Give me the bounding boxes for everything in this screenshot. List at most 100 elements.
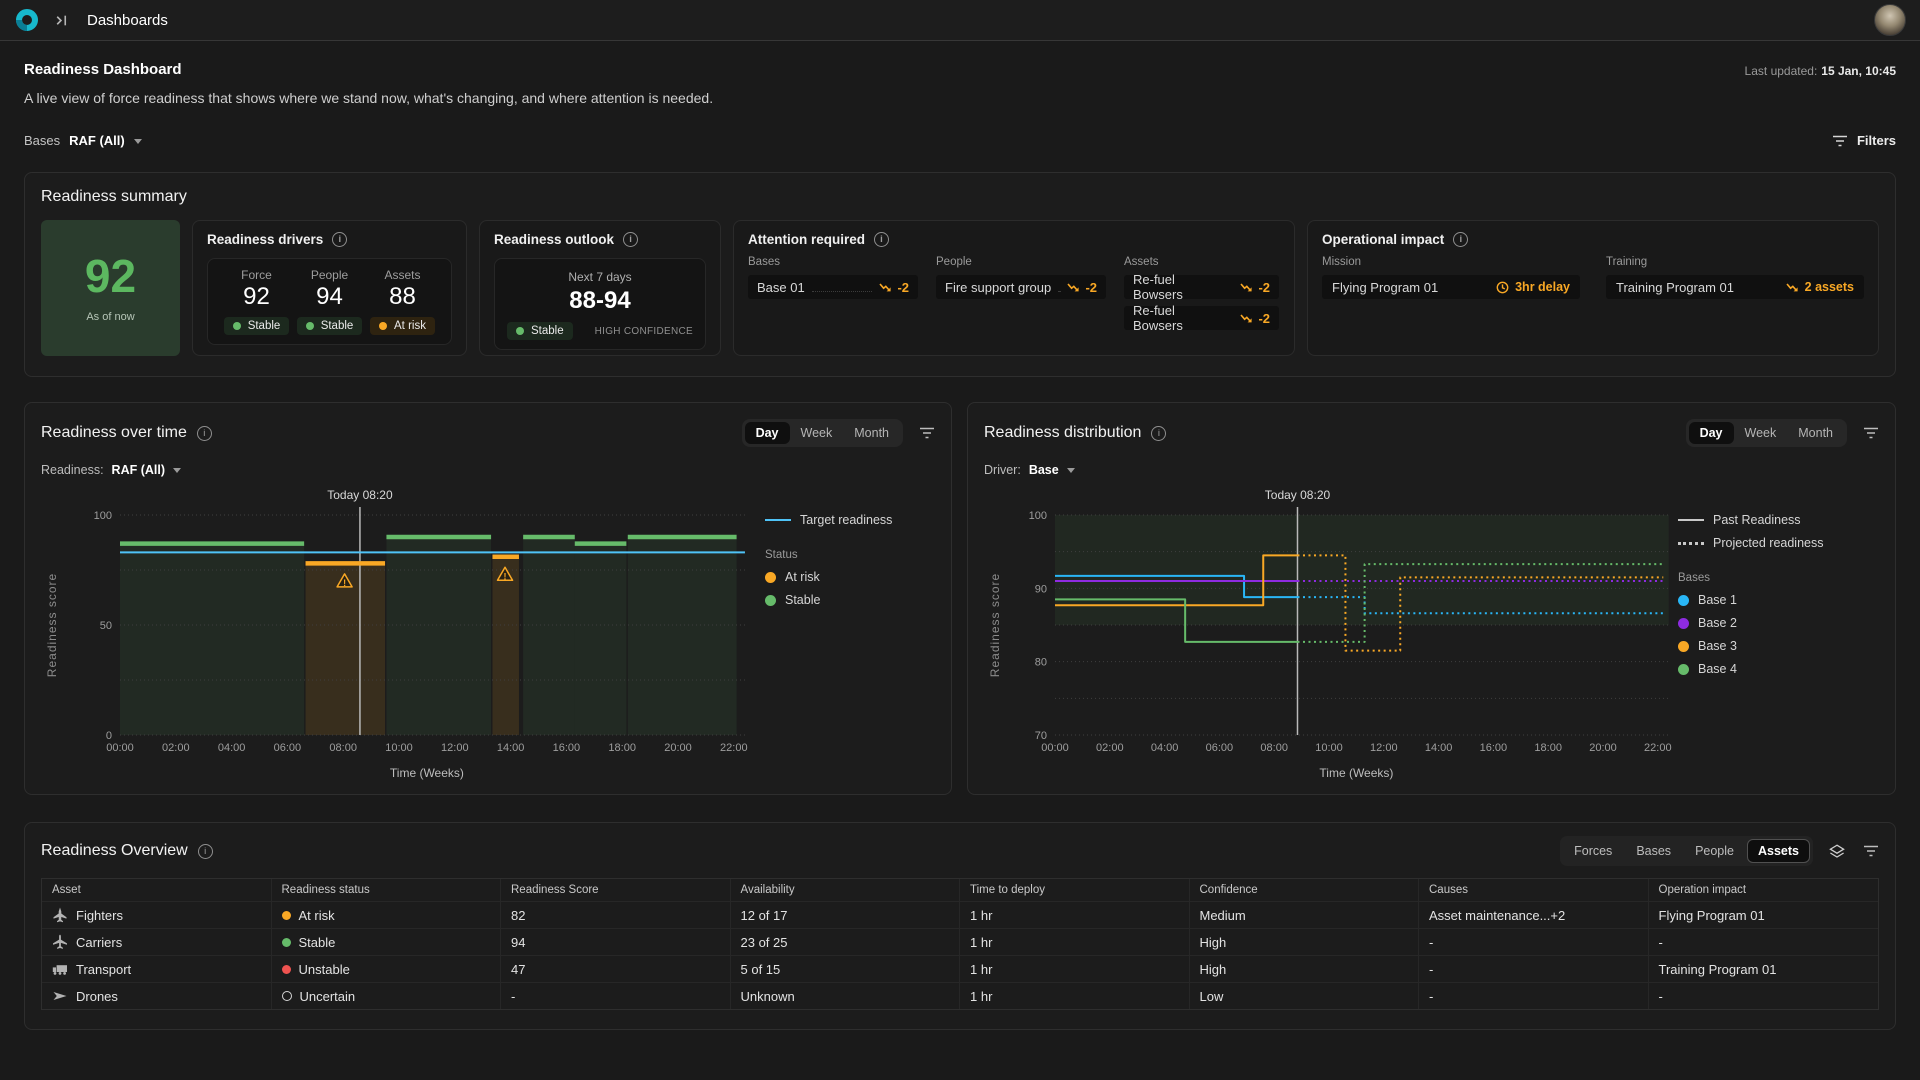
table-cell-operation-impact: - (1649, 982, 1879, 1009)
operational-group-label: Mission (1322, 256, 1580, 268)
tab-people[interactable]: People (1684, 839, 1745, 863)
asset-name: Transport (76, 962, 131, 977)
attention-groups: BasesBase 01-2PeopleFire support group-2… (748, 256, 1280, 330)
drone-icon (52, 988, 68, 1004)
table-cell-score: - (501, 982, 731, 1009)
info-icon[interactable] (198, 844, 213, 859)
attention-item-name: Re-fuel Bowsers (1133, 272, 1226, 302)
chevron-down-icon (134, 139, 142, 148)
aircraft-icon (52, 934, 68, 950)
info-icon[interactable] (874, 232, 889, 247)
attention-group-people: PeopleFire support group-2 (936, 256, 1106, 330)
operational-item-name: Flying Program 01 (1332, 280, 1438, 295)
toggle-day[interactable]: Day (745, 422, 790, 444)
trend-down-icon (1240, 282, 1253, 293)
time-range-toggle: DayWeekMonth (1686, 419, 1847, 447)
info-icon[interactable] (1453, 232, 1468, 247)
info-icon[interactable] (332, 232, 347, 247)
attention-item[interactable]: Re-fuel Bowsers-2 (1124, 275, 1279, 299)
readiness-over-time-chart: Today 08:20!!10050000:0002:0004:0006:000… (41, 485, 761, 785)
column-header: Causes (1419, 879, 1649, 901)
svg-text:12:00: 12:00 (441, 742, 469, 754)
table-row-asset: Drones (42, 982, 272, 1009)
attention-item[interactable]: Re-fuel Bowsers-2 (1124, 306, 1279, 330)
status-dot-icon (282, 911, 291, 920)
status-text: At risk (394, 320, 426, 332)
filter-icon[interactable] (1863, 845, 1879, 857)
svg-text:16:00: 16:00 (1480, 742, 1508, 754)
page-header: Readiness Dashboard A live view of force… (24, 61, 1896, 106)
driver-dropdown-value: Base (1029, 463, 1059, 477)
toggle-month[interactable]: Month (843, 422, 900, 444)
info-icon[interactable] (623, 232, 638, 247)
toggle-week[interactable]: Week (790, 422, 844, 444)
readiness-series-dropdown[interactable]: Readiness: RAF (All) (41, 463, 935, 477)
svg-text:20:00: 20:00 (664, 742, 692, 754)
info-icon[interactable] (197, 426, 212, 441)
tab-forces[interactable]: Forces (1563, 839, 1623, 863)
status-text: Stable (248, 320, 281, 332)
table-tabs: ForcesBasesPeopleAssets (1560, 836, 1813, 866)
readiness-over-time-title: Readiness over time (41, 424, 187, 442)
svg-text:02:00: 02:00 (1096, 742, 1124, 754)
legend-item-base-3: Base 3 (1678, 639, 1874, 653)
svg-text:10:00: 10:00 (385, 742, 413, 754)
base-dot-icon (1678, 664, 1689, 675)
operational-item[interactable]: Training Program 012 assets (1606, 275, 1864, 299)
app-logo-icon[interactable] (14, 7, 40, 33)
legend-bases-label: Bases (1678, 572, 1874, 584)
legend-at-risk-label: At risk (785, 570, 820, 584)
filters-button[interactable]: Filters (1832, 133, 1896, 148)
readiness-outlook-title: Readiness outlook (494, 232, 614, 247)
filter-icon[interactable] (1863, 427, 1879, 439)
outlook-status: Stable (531, 325, 564, 337)
sidebar-expand-icon[interactable] (54, 13, 69, 28)
column-header: Readiness Score (501, 879, 731, 901)
legend-projected-label: Projected readiness (1713, 536, 1823, 550)
toggle-month[interactable]: Month (1787, 422, 1844, 444)
app: Dashboards Readiness Dashboard A live vi… (0, 0, 1920, 1080)
distribution-legend: Past Readiness Projected readiness Bases… (1674, 485, 1874, 785)
table-cell-time-to-deploy: 1 hr (960, 955, 1190, 982)
user-avatar[interactable] (1874, 4, 1906, 36)
metric-value: 94 (293, 283, 366, 311)
table-cell-status: Uncertain (272, 982, 502, 1009)
info-icon[interactable] (1151, 426, 1166, 441)
operational-group-label: Training (1606, 256, 1864, 268)
driver-metric-people: People94Stable (293, 268, 366, 335)
status-dot-icon (379, 322, 387, 330)
status-text: Stable (299, 935, 336, 950)
table-cell-time-to-deploy: 1 hr (960, 901, 1190, 928)
attention-item[interactable]: Fire support group-2 (936, 275, 1106, 299)
driver-dropdown[interactable]: Driver: Base (984, 463, 1879, 477)
operational-item-name: Training Program 01 (1616, 280, 1734, 295)
status-text: At risk (299, 908, 335, 923)
layers-icon[interactable] (1829, 844, 1845, 859)
toggle-day[interactable]: Day (1689, 422, 1734, 444)
stable-dot-icon (765, 595, 776, 606)
tab-assets[interactable]: Assets (1747, 839, 1810, 863)
svg-text:20:00: 20:00 (1589, 742, 1617, 754)
attention-group-label: Assets (1124, 256, 1279, 268)
svg-text:100: 100 (94, 510, 112, 522)
outlook-confidence: HIGH CONFIDENCE (595, 326, 693, 337)
svg-text:14:00: 14:00 (1425, 742, 1453, 754)
filter-icon[interactable] (919, 427, 935, 439)
svg-text:!: ! (343, 578, 346, 588)
fighter-jet-icon (52, 907, 68, 923)
table-cell-time-to-deploy: 1 hr (960, 982, 1190, 1009)
tab-bases[interactable]: Bases (1625, 839, 1682, 863)
bases-dropdown[interactable]: Bases RAF (All) (24, 133, 142, 148)
base-dot-icon (1678, 595, 1689, 606)
operational-item[interactable]: Flying Program 013hr delay (1322, 275, 1580, 299)
outlook-period: Next 7 days (507, 270, 693, 284)
legend-item-base-4: Base 4 (1678, 662, 1874, 676)
svg-text:80: 80 (1035, 657, 1047, 669)
operational-group-training: Training Training Program 012 assets (1606, 256, 1864, 299)
toggle-week[interactable]: Week (1734, 422, 1788, 444)
operational-impact-title: Operational impact (1322, 232, 1444, 247)
attention-item-name: Base 01 (757, 280, 805, 295)
attention-item[interactable]: Base 01-2 (748, 275, 918, 299)
svg-text:Time (Weeks): Time (Weeks) (390, 766, 464, 780)
attention-item-name: Fire support group (945, 280, 1051, 295)
